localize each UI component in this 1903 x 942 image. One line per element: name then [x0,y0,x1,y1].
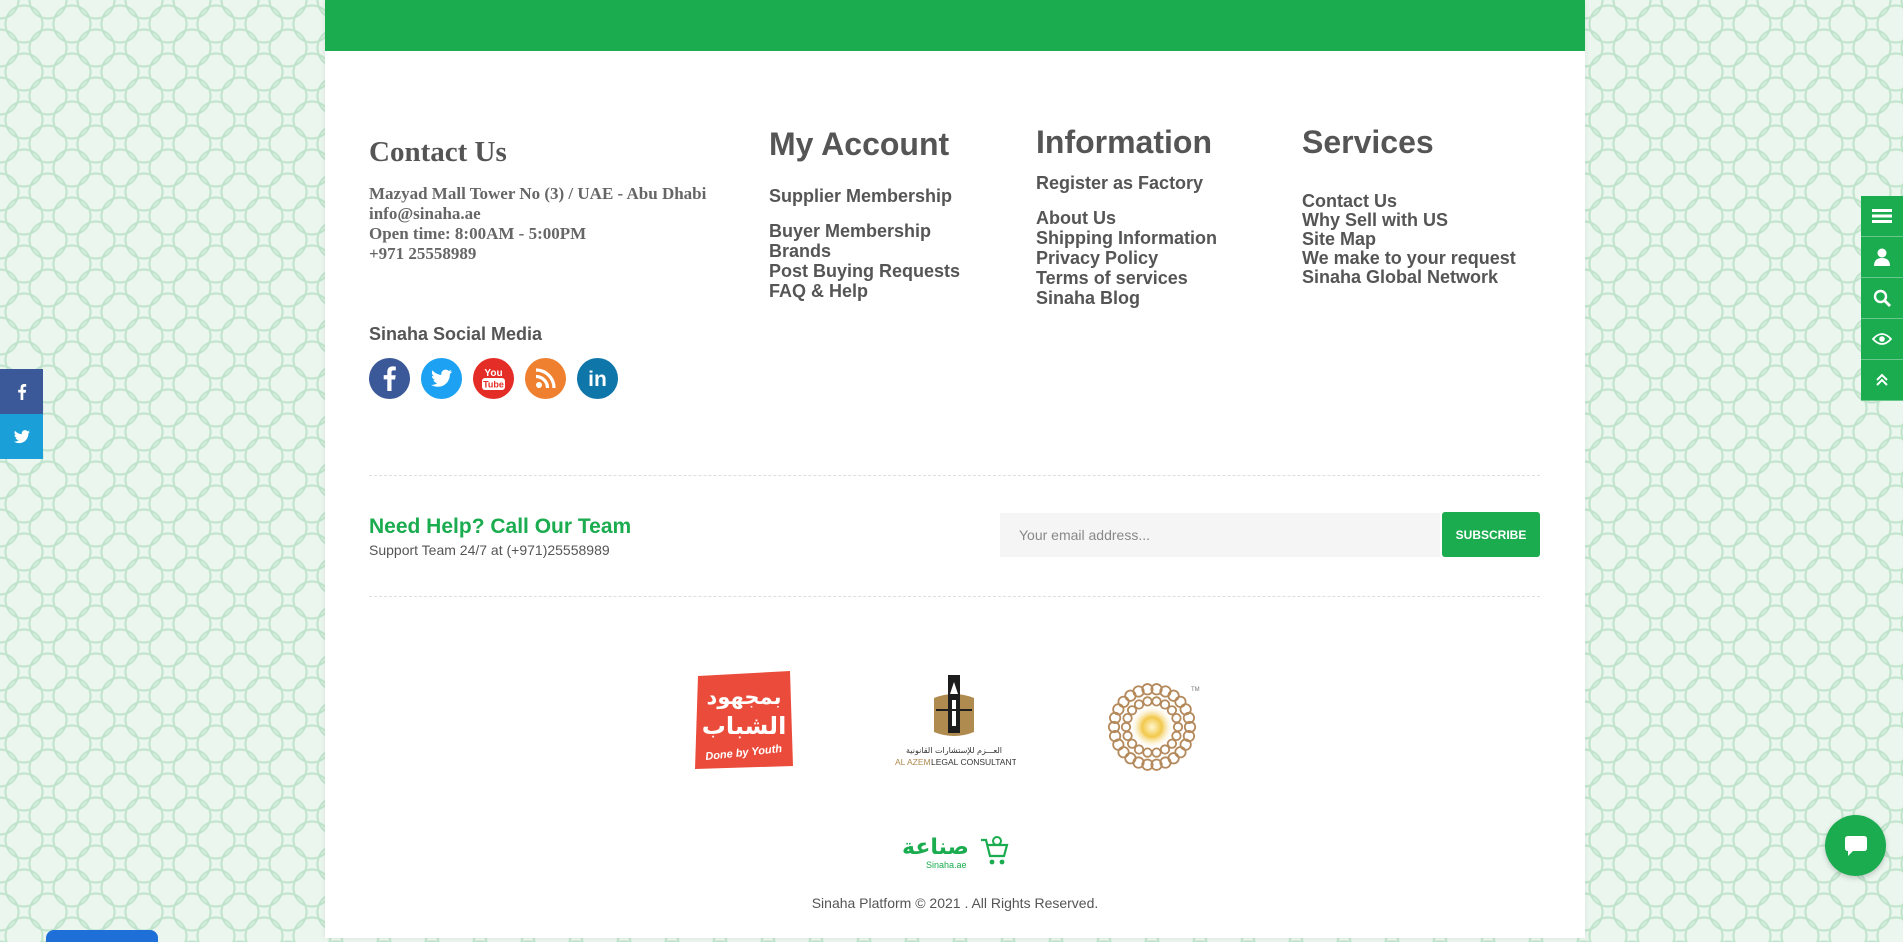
contact-phone[interactable]: +971 25558989 [369,244,706,264]
youth-arabic-line-1: بمجهود [707,685,782,709]
facebook-icon[interactable] [369,358,410,399]
right-tool-bar [1861,196,1903,401]
expo-ring-dot [1122,713,1133,724]
sinaha-latin-text: Sinaha.ae [926,860,967,870]
expo-ring-dot [1122,730,1133,741]
twitter-icon [13,429,30,443]
social-title: Sinaha Social Media [369,324,543,344]
search-button[interactable] [1861,278,1903,319]
expo-ring-dot [1120,721,1132,733]
chat-icon [1844,835,1867,856]
search-icon [1873,289,1891,307]
share-facebook-button[interactable] [0,369,43,414]
information-links: Register as Factory About Us Shipping In… [1036,173,1217,308]
link-why-sell[interactable]: Why Sell with US [1302,211,1516,230]
expo-logo[interactable]: TM [1103,676,1205,776]
chat-button[interactable] [1825,815,1886,876]
expo-ring-dot [1117,746,1130,759]
expo-ring-dot [1172,721,1184,733]
subscribe-button[interactable]: SUBSCRIBE [1442,512,1540,557]
youth-arabic-line-2: الشباب [702,712,787,740]
contact-email[interactable]: info@sinaha.ae [369,204,706,224]
help-subtitle: Support Team 24/7 at (+971)25558989 [369,542,610,558]
link-faq-help[interactable]: FAQ & Help [769,281,960,301]
social-icons: You Tube in [369,358,618,399]
link-register-factory[interactable]: Register as Factory [1036,173,1217,193]
scroll-top-button[interactable] [1861,360,1903,401]
copyright-text: Sinaha Platform © 2021 . All Rights Rese… [811,895,1099,911]
footer-page: Contact Us Mazyad Mall Tower No (3) / UA… [325,0,1585,938]
eye-icon [1872,333,1892,345]
view-button[interactable] [1861,319,1903,360]
al-azem-suffix-text: LEGAL CONSULTANTS [931,757,1016,767]
linkedin-icon[interactable]: in [577,358,618,399]
youtube-tube-text: Tube [483,380,504,390]
link-supplier-membership[interactable]: Supplier Membership [769,186,960,206]
link-terms-of-services[interactable]: Terms of services [1036,268,1217,288]
my-account-title: My Account [769,126,950,162]
expo-ring-dot [1171,730,1182,741]
expo-ring-dot [1124,752,1137,765]
al-azem-arabic-text: العـــزم للإستشارات القانونية [906,746,1002,756]
sinaha-arabic-text: صناعة [902,835,969,860]
expo-ring-dot [1142,696,1153,707]
my-account-links: Supplier Membership Buyer Membership Bra… [769,186,960,301]
rss-icon[interactable] [525,358,566,399]
link-post-buying-requests[interactable]: Post Buying Requests [769,261,960,281]
al-azem-prefix-text: AL AZEM [895,757,931,767]
done-by-youth-logo[interactable]: بمجهود الشباب Done by Youth [692,668,795,771]
list-icon [1872,209,1892,223]
link-buyer-membership[interactable]: Buyer Membership [769,221,960,241]
link-site-map[interactable]: Site Map [1302,230,1516,249]
services-links: Contact Us Why Sell with US Site Map We … [1302,192,1516,287]
expo-ring-dot [1151,696,1162,707]
expo-ring-dot [1117,695,1130,708]
contact-open-time: Open time: 8:00AM - 5:00PM [369,224,587,243]
expo-ring-dot [1167,689,1180,702]
top-green-bar [325,0,1585,51]
newsletter-email-input[interactable] [1000,513,1440,557]
divider-top [369,475,1540,476]
youtube-you-text: You [484,368,502,379]
share-twitter-button[interactable] [0,414,43,459]
list-button[interactable] [1861,196,1903,237]
user-icon [1874,248,1890,266]
expo-ring-dot [1171,713,1182,724]
link-privacy-policy[interactable]: Privacy Policy [1036,248,1217,268]
sinaha-logo[interactable]: صناعة Sinaha.ae [898,832,1010,872]
expo-ring-dot [1142,747,1153,758]
left-share-bar [0,369,43,459]
facebook-icon [17,383,26,400]
link-contact-us[interactable]: Contact Us [1302,192,1516,211]
contact-address: Mazyad Mall Tower No (3) / UAE - Abu Dha… [369,184,707,203]
contact-details: Mazyad Mall Tower No (3) / UAE - Abu Dha… [369,184,706,264]
information-title: Information [1036,124,1212,160]
link-sinaha-blog[interactable]: Sinaha Blog [1036,288,1217,308]
expo-ring-dot [1133,699,1145,710]
twitter-icon[interactable] [421,358,462,399]
youtube-icon[interactable]: You Tube [473,358,514,399]
link-make-request[interactable]: We make to your request [1302,249,1516,268]
link-about-us[interactable]: About Us [1036,208,1217,228]
services-title: Services [1302,124,1434,160]
bottom-widget-tab[interactable] [46,930,158,942]
account-button[interactable] [1861,237,1903,278]
expo-ring-dot [1159,744,1171,755]
linkedin-text: in [588,368,607,391]
expo-ring-dot [1126,738,1138,749]
expo-ring-dot [1174,746,1187,759]
chevron-up-icon [1876,373,1888,386]
link-global-network[interactable]: Sinaha Global Network [1302,268,1516,287]
link-shipping-information[interactable]: Shipping Information [1036,228,1217,248]
expo-ring-dot [1151,747,1162,758]
divider-bottom [369,596,1540,597]
help-title: Need Help? Call Our Team [369,515,632,538]
expo-ring-dot [1174,695,1187,708]
expo-tm-text: TM [1191,687,1200,693]
link-brands[interactable]: Brands [769,241,960,261]
expo-ring-dot [1166,705,1178,716]
al-azem-logo[interactable]: العـــزم للإستشارات القانونية AL AZEM LE… [892,670,1023,770]
contact-title: Contact Us [369,136,507,168]
